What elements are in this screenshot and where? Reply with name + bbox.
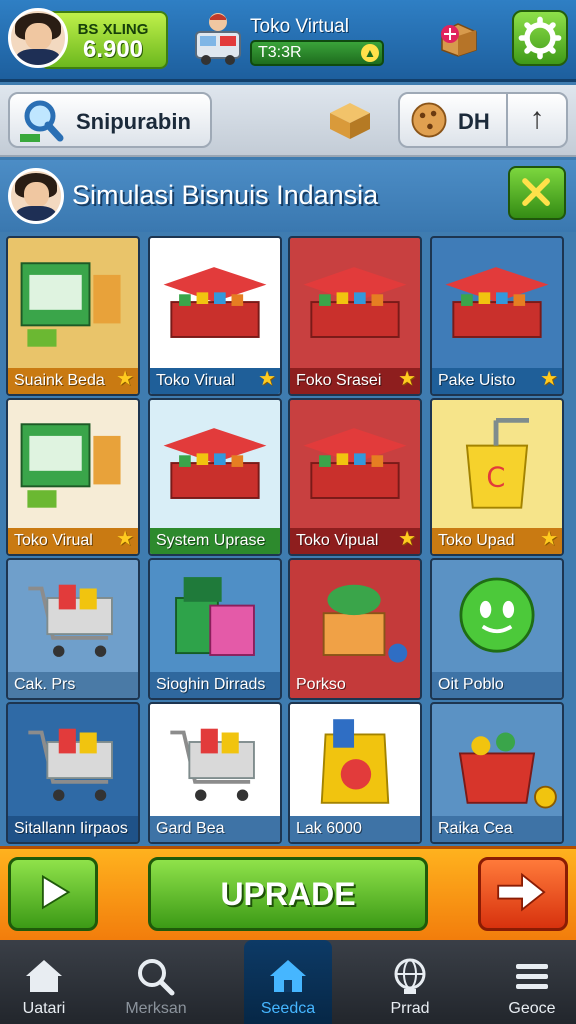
shop-tile[interactable]: Sitallann Iirpaos xyxy=(6,702,140,844)
toolbar: Snipurabin DH ↑ xyxy=(0,85,576,157)
gear-icon xyxy=(518,16,562,60)
star-icon: ★ xyxy=(540,528,558,550)
boost-icon: ▲ xyxy=(361,44,379,62)
star-icon: ★ xyxy=(116,368,134,390)
top-hud: BS XLING 6.900 Toko Virtual T3:3R ▲ xyxy=(0,0,576,82)
action-bar: UPRADE xyxy=(0,846,576,940)
shop-tile[interactable]: Cak. Prs xyxy=(6,558,140,700)
nav-item-search[interactable]: Merksan xyxy=(112,940,200,1024)
shop-tile[interactable]: Toko Virual ★ xyxy=(148,236,282,396)
player-avatar[interactable] xyxy=(8,8,68,68)
shop-tile[interactable]: Pake Uisto ★ xyxy=(430,236,564,396)
timer-text: T3:3R xyxy=(258,44,302,61)
svg-text:C: C xyxy=(486,462,505,493)
nav-label: Uatari xyxy=(22,1000,66,1017)
arrow-up-icon[interactable]: ↑ xyxy=(506,94,566,146)
shop-tile[interactable]: C Toko Upad ★ xyxy=(430,398,564,556)
shop-tile-label: Sioghin Dirrads xyxy=(150,672,280,698)
shop-tile[interactable]: Porkso xyxy=(288,558,422,700)
shop-tile[interactable]: Foko Srasei ★ xyxy=(288,236,422,396)
nav-item-globe[interactable]: Prrad xyxy=(366,940,454,1024)
business-grid: Suaink Beda ★ Toko Virual ★ Foko Srasei ★ Pake… xyxy=(6,236,570,844)
shop-tile-label: Raika Cea xyxy=(432,816,562,842)
globe-icon xyxy=(394,958,426,994)
star-icon: ★ xyxy=(540,368,558,390)
shop-tile-label: Gard Bea xyxy=(150,816,280,842)
title-bar: Simulasi Bisnuis Indansia xyxy=(0,160,576,232)
home-icon xyxy=(270,960,306,992)
search-button[interactable]: Snipurabin xyxy=(8,92,212,148)
cookie-icon xyxy=(411,102,447,138)
shop-tile[interactable]: Lak 6000 xyxy=(288,702,422,844)
bag-illustration xyxy=(320,719,390,804)
title-action-button[interactable] xyxy=(508,166,566,220)
shop-tile-label: Sitallann Iirpaos xyxy=(8,816,138,842)
shop-tile[interactable]: Gard Bea xyxy=(148,702,282,844)
star-icon: ★ xyxy=(398,368,416,390)
star-icon: ★ xyxy=(398,528,416,550)
upgrade-button[interactable]: UPRADE xyxy=(148,857,428,931)
menu-icon xyxy=(516,964,548,989)
settings-button[interactable] xyxy=(512,10,568,66)
balance-value: 6.900 xyxy=(82,36,144,63)
stall-illustration xyxy=(445,267,549,338)
store-illustration xyxy=(20,423,121,508)
shop-tile[interactable]: Sioghin Dirrads xyxy=(148,558,282,700)
shop-tile-label: Lak 6000 xyxy=(290,816,420,842)
store-name: Toko Virtual xyxy=(250,16,349,37)
nav-label: Seedca xyxy=(260,1000,316,1017)
timer-badge[interactable]: T3:3R ▲ xyxy=(250,40,384,66)
shop-tile-label: Oit Poblo xyxy=(432,672,562,698)
nav-label: Geoce xyxy=(508,1000,556,1017)
play-icon xyxy=(41,874,71,910)
star-icon: ★ xyxy=(258,368,276,390)
cart-illustration xyxy=(28,728,113,801)
shop-tile-label: Cak. Prs xyxy=(8,672,138,698)
shop-tile-label: System Uprase xyxy=(150,528,280,554)
search-icon xyxy=(138,959,175,996)
shop-tile[interactable]: System Uprase xyxy=(148,398,282,556)
nav-label: Prrad xyxy=(390,1000,430,1017)
bottom-nav: Uatari Merksan Seedca Prrad Geoce xyxy=(0,940,576,1024)
plant-illustration xyxy=(322,584,408,663)
stall-illustration xyxy=(303,428,407,499)
manager-avatar xyxy=(8,168,64,224)
stall-illustration xyxy=(303,267,407,338)
nav-item-home[interactable]: Uatari xyxy=(0,940,88,1024)
magnifier-icon xyxy=(20,100,64,142)
cart-illustration xyxy=(28,584,113,657)
blob-illustration xyxy=(459,577,535,653)
home-icon xyxy=(26,960,62,992)
shop-tile-label: Porkso xyxy=(290,672,420,698)
dh-button[interactable]: DH ↑ xyxy=(398,92,568,148)
nav-label: Merksan xyxy=(125,1000,187,1017)
page-title: Simulasi Bisnuis Indansia xyxy=(72,180,379,210)
shop-tile[interactable]: Suaink Beda ★ xyxy=(6,236,140,396)
arrow-right-icon xyxy=(497,872,546,912)
nav-item-menu[interactable]: Geoce xyxy=(488,940,576,1024)
cart-illustration xyxy=(170,728,255,801)
crate-icon[interactable] xyxy=(326,99,374,141)
star-icon: ★ xyxy=(116,528,134,550)
truck-icon[interactable] xyxy=(192,10,244,68)
dh-label: DH xyxy=(458,109,490,134)
shop-tile[interactable]: Oit Poblo xyxy=(430,558,564,700)
gift-box-icon[interactable] xyxy=(436,18,480,58)
search-label: Snipurabin xyxy=(76,109,191,134)
nav-item-store[interactable]: Seedca xyxy=(244,940,332,1024)
shop-tile[interactable]: Raika Cea xyxy=(430,702,564,844)
stall-illustration xyxy=(163,428,267,499)
bags-illustration xyxy=(175,577,255,656)
store-illustration xyxy=(20,262,121,347)
shop-tile[interactable]: Toko Vipual ★ xyxy=(288,398,422,556)
stall-illustration xyxy=(163,267,267,338)
next-button[interactable] xyxy=(478,857,568,931)
shop-tile[interactable]: Toko Virual ★ xyxy=(6,398,140,556)
bucket-illustration: C xyxy=(465,417,530,509)
play-button[interactable] xyxy=(8,857,98,931)
basket-illustration xyxy=(458,732,557,809)
tools-icon xyxy=(522,178,550,206)
